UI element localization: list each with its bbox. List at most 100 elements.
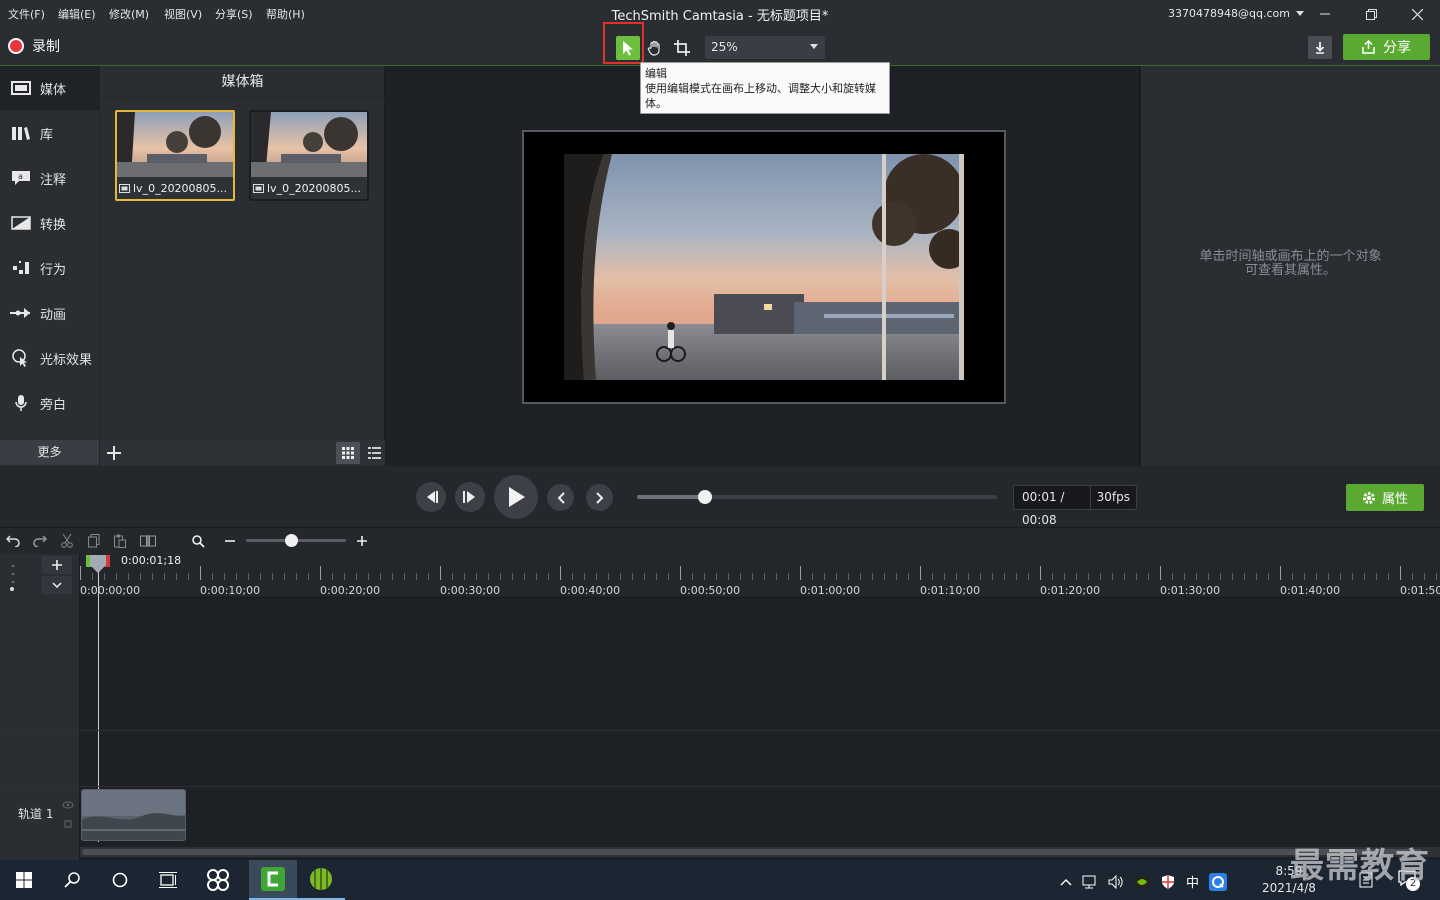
undo-button[interactable] <box>3 531 23 551</box>
collapse-tracks-button[interactable] <box>42 576 72 594</box>
close-button[interactable] <box>1394 0 1440 28</box>
zoom-in-button[interactable] <box>352 531 372 551</box>
svg-text:a: a <box>18 172 23 181</box>
nvidia-icon[interactable] <box>1134 875 1150 889</box>
copy-button[interactable] <box>84 531 104 551</box>
grid-icon <box>342 447 354 459</box>
track-lock-toggle[interactable] <box>8 560 18 592</box>
sidebar-item-cursor-effects[interactable]: 光标效果 <box>0 336 99 380</box>
share-button[interactable]: 分享 <box>1343 34 1430 60</box>
gear-icon <box>1362 491 1375 504</box>
media-item[interactable]: lv_0_20200805... <box>115 110 235 201</box>
timeline-scrollbar-thumb[interactable] <box>82 849 1422 855</box>
zoom-select[interactable]: 25% <box>705 36 825 59</box>
edit-tool-highlight <box>603 22 644 64</box>
ruler-label: 0:00:00;00 <box>80 584 141 597</box>
pan-tool-button[interactable] <box>643 36 667 60</box>
ruler-label: 0:00:30;00 <box>440 584 501 597</box>
menu-help[interactable]: 帮助(H) <box>266 6 305 22</box>
more-button[interactable]: 更多 <box>0 440 99 465</box>
sidebar-item-label: 行为 <box>40 262 67 278</box>
menu-edit[interactable]: 编辑(E) <box>58 6 96 22</box>
timeline-zoom-handle[interactable] <box>285 534 298 547</box>
paste-icon <box>114 534 126 548</box>
minimize-button[interactable] <box>1302 0 1348 28</box>
record-button[interactable]: 录制 <box>8 36 60 56</box>
start-button[interactable] <box>0 860 48 900</box>
ruler-label: 0:01:40;00 <box>1280 584 1341 597</box>
timeline-area[interactable] <box>80 554 1440 860</box>
menu-file[interactable]: 文件(F) <box>8 6 45 22</box>
canvas-video-frame[interactable] <box>564 154 964 380</box>
redo-button[interactable] <box>30 531 50 551</box>
track-controls[interactable] <box>62 800 74 830</box>
step-back-button[interactable] <box>416 482 446 512</box>
current-time: 00:01 / 00:08 <box>1014 486 1091 527</box>
ime-indicator[interactable]: 中 <box>1186 872 1199 891</box>
crop-tool-button[interactable] <box>670 36 694 60</box>
split-button[interactable] <box>138 531 158 551</box>
sidebar-item-behaviors[interactable]: 行为 <box>0 246 99 290</box>
timeline-clip[interactable] <box>81 789 186 841</box>
system-tray: 中 <box>1060 872 1228 891</box>
timeline-toolbar <box>0 528 1440 554</box>
menu-modify[interactable]: 修改(M) <box>109 6 149 22</box>
properties-button[interactable]: 属性 <box>1346 484 1424 511</box>
previous-frame-button[interactable] <box>547 484 574 511</box>
menu-view[interactable]: 视图(V) <box>164 6 202 22</box>
paste-button[interactable] <box>110 531 130 551</box>
download-button[interactable] <box>1308 36 1332 59</box>
sidebar-item-annotations[interactable]: a 注释 <box>0 156 99 200</box>
add-track-button[interactable] <box>42 556 72 574</box>
next-frame-button[interactable] <box>586 484 613 511</box>
cut-button[interactable] <box>57 531 77 551</box>
shield-icon[interactable] <box>1160 874 1176 890</box>
sidebar-item-voice-narration[interactable]: 旁白 <box>0 381 99 425</box>
sidebar-item-library[interactable]: 库 <box>0 111 99 155</box>
add-media-button[interactable] <box>104 443 124 463</box>
watermark: 最需教育 <box>1290 846 1430 886</box>
animation-icon <box>10 304 32 322</box>
sidebar-item-animations[interactable]: 动画 <box>0 291 99 335</box>
taskbar-app-camtasia[interactable] <box>249 860 297 900</box>
volume-icon[interactable] <box>1108 874 1124 889</box>
menu-share[interactable]: 分享(S) <box>215 6 253 22</box>
playhead[interactable] <box>86 555 110 573</box>
sidebar-item-label: 库 <box>40 127 54 143</box>
share-icon <box>1362 40 1375 54</box>
taskbar-app-pinwheel[interactable] <box>194 860 242 900</box>
step-forward-button[interactable] <box>455 482 485 512</box>
sidebar-item-label: 动画 <box>40 307 67 323</box>
sidebar-item-transitions[interactable]: 转换 <box>0 201 99 245</box>
list-view-button[interactable] <box>362 442 386 464</box>
network-icon[interactable] <box>1082 875 1098 889</box>
sidebar-item-label: 旁白 <box>40 397 67 413</box>
video-clip-icon <box>119 183 130 193</box>
film-icon <box>10 79 32 97</box>
zoom-out-button[interactable] <box>220 531 240 551</box>
minimize-icon <box>1320 13 1330 15</box>
zoom-to-fit-button[interactable] <box>188 531 208 551</box>
taskbar-search-button[interactable] <box>48 860 96 900</box>
chevron-down-icon <box>810 44 818 49</box>
taskbar-app-green[interactable] <box>297 860 345 900</box>
media-item[interactable]: lv_0_20200805... <box>249 110 369 201</box>
grid-view-button[interactable] <box>336 442 360 464</box>
task-view-button[interactable] <box>144 860 192 900</box>
account-menu[interactable]: 3370478948@qq.com <box>1168 7 1304 20</box>
behavior-icon <box>10 259 32 277</box>
qq-browser-icon[interactable] <box>1209 872 1228 891</box>
ruler-label: 0:01:20;00 <box>1040 584 1101 597</box>
restore-button[interactable] <box>1348 0 1394 28</box>
undo-icon <box>6 535 20 547</box>
circle-icon <box>112 872 128 888</box>
redo-icon <box>33 535 47 547</box>
cortana-button[interactable] <box>96 860 144 900</box>
ruler-label: 0:00:40;00 <box>560 584 621 597</box>
sidebar-item-media[interactable]: 媒体 <box>0 66 99 110</box>
chevron-up-icon[interactable] <box>1060 878 1072 886</box>
chevron-left-icon <box>557 491 565 504</box>
chevron-down-icon <box>52 582 62 588</box>
play-button[interactable] <box>494 475 538 519</box>
ruler-label: 0:01:30;00 <box>1160 584 1221 597</box>
